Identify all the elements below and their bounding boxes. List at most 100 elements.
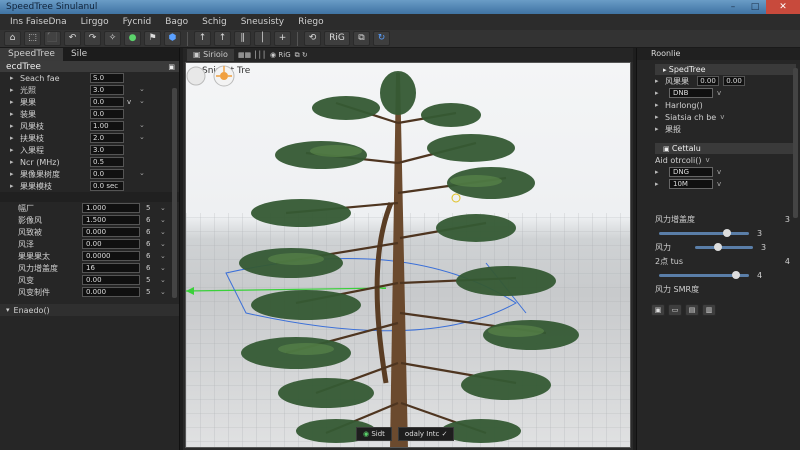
value-field[interactable]: 0.00 [723,76,745,86]
expand-arrow-icon[interactable]: ▸ [10,110,20,118]
chevron-down-icon[interactable]: ⌄ [160,228,166,236]
chevron-down-icon[interactable]: ⌄ [160,216,166,224]
prop-value[interactable]: 3.0 [90,145,124,155]
left-scrollbar[interactable] [172,88,177,298]
chevron-down-icon[interactable]: v [717,168,721,176]
rig-button[interactable]: RiG [324,31,350,46]
grid-icon[interactable]: ▥ [702,304,716,316]
mountain-icon[interactable]: ▭ [668,304,682,316]
orbit-gizmo-icon[interactable] [186,63,238,89]
chevron-down-icon[interactable]: v [717,89,721,97]
chevron-down-icon[interactable]: ⌄ [160,276,166,284]
prop-value[interactable]: 1.00 [90,121,124,131]
copy-icon[interactable]: ⧉ [353,31,370,46]
numeric-field[interactable]: 0.00 [82,239,140,249]
new-icon[interactable]: ⬚ [24,31,41,46]
numeric-field[interactable]: 16 [82,263,140,273]
expand-arrow-icon[interactable]: ▸ [655,77,665,85]
chevron-down-icon[interactable]: ⌄ [139,169,149,179]
menu-help[interactable]: Riego [298,17,324,27]
slider-thumb[interactable] [722,228,731,237]
value-field[interactable]: 0.00 [697,76,719,86]
prop-value[interactable]: S.0 [90,73,124,83]
expand-arrow-icon[interactable]: ▸ [10,98,20,106]
dropdown-field[interactable]: 10M [669,179,713,189]
prop-value[interactable]: 0.0 [90,97,124,107]
frame-icon[interactable]: ▣ [651,304,665,316]
flag-icon[interactable]: ⚑ [144,31,161,46]
numeric-field[interactable]: 0.00 [82,275,140,285]
expand-arrow-icon[interactable]: ▸ [10,170,20,178]
tab-viewport[interactable]: ▣ Sirioio [187,49,234,61]
chevron-down-icon[interactable]: ⌄ [160,288,166,296]
expand-arrow-icon[interactable]: ▸ [655,101,665,109]
redo-icon[interactable]: ↷ [84,31,101,46]
menu-tree[interactable]: Bago [165,17,188,27]
collapsed-section[interactable]: ▾ Enaedo() [0,304,179,316]
display-mode-dropdown[interactable]: odaly Intc ✓ [397,427,455,441]
prop-value[interactable]: 0.0 sec [90,181,124,191]
chevron-down-icon[interactable]: ⌄ [139,121,149,131]
status-badge[interactable]: ◉ Sidt [356,427,392,441]
section-header[interactable]: ▣ Cettalu [655,143,796,154]
viewport-toolbar-item[interactable]: ▦▦ │││ [238,51,266,59]
expand-arrow-icon[interactable]: ▸ [10,146,20,154]
chevron-down-icon[interactable]: ⌄ [160,204,166,212]
rotate-icon[interactable]: ↻ [373,31,390,46]
numeric-field[interactable]: 1.500 [82,215,140,225]
chevron-down-icon[interactable]: ⌄ [160,240,166,248]
slider-thumb[interactable] [714,242,723,251]
sparkle-icon[interactable]: ✧ [104,31,121,46]
list-icon[interactable]: ▤ [685,304,699,316]
chevron-down-icon[interactable]: ⌄ [139,97,149,107]
expand-arrow-icon[interactable]: ▸ [10,182,20,190]
expand-arrow-icon[interactable]: ▸ [655,125,665,133]
numeric-field[interactable]: 1.000 [82,203,140,213]
slider-thumb[interactable] [731,270,740,279]
prop-value[interactable]: 3.0 [90,85,124,95]
pin-icon[interactable]: ▣ [168,63,175,71]
menu-edit[interactable]: Lirggo [81,17,109,27]
undo-icon[interactable]: ↶ [64,31,81,46]
tab-side[interactable]: Sile [63,48,95,61]
expand-arrow-icon[interactable]: ▸ [655,180,665,188]
hexagon-icon[interactable]: ⬢ [164,31,181,46]
add-icon[interactable]: + [274,31,291,46]
menu-scene[interactable]: Schig [202,17,227,27]
chevron-down-icon[interactable]: ⌄ [139,133,149,143]
expand-arrow-icon[interactable]: ▸ [10,158,20,166]
refresh-icon[interactable]: ⟲ [304,31,321,46]
minimize-button[interactable]: – [722,0,744,14]
bar-icon[interactable]: │ [254,31,271,46]
prop-value[interactable]: 0.0 [90,109,124,119]
leaf-icon[interactable]: ● [124,31,141,46]
dropdown-field[interactable]: DNG [669,167,713,177]
numeric-field[interactable]: 0.000 [82,227,140,237]
expand-arrow-icon[interactable]: ▸ [10,74,20,82]
menu-file[interactable]: Ins FaiseDna [10,17,67,27]
dropdown-field[interactable]: DNB [669,88,713,98]
right-scrollbar[interactable] [793,68,798,218]
gizmo-handle-yellow[interactable] [451,193,461,203]
move-up-icon[interactable]: ↑ [194,31,211,46]
chevron-down-icon[interactable]: v [705,156,709,164]
save-icon[interactable]: ⬛ [44,31,61,46]
arrow-up-icon[interactable]: ↑ [214,31,231,46]
chevron-down-icon[interactable]: ⌄ [139,85,149,95]
menu-view[interactable]: Fycnid [123,17,152,27]
prop-value[interactable]: 2.0 [90,133,124,143]
slider-track[interactable] [695,242,753,251]
expand-arrow-icon[interactable]: ▸ [10,122,20,130]
chevron-down-icon[interactable]: ⌄ [160,252,166,260]
chevron-down-icon[interactable]: ⌄ [160,264,166,272]
chevron-down-icon[interactable]: v [720,113,724,121]
numeric-field[interactable]: 0.000 [82,287,140,297]
scene-canvas[interactable]: Sniraet Tre ◉ Sidt odaly Intc ✓ [185,62,631,448]
expand-arrow-icon[interactable]: ▸ [655,113,665,121]
expand-arrow-icon[interactable]: ▸ [655,89,665,97]
viewport-toolbar-item[interactable]: ◉ RiG [270,51,291,59]
slider-track[interactable] [659,228,749,237]
numeric-field[interactable]: 0.0000 [82,251,140,261]
maximize-button[interactable]: □ [744,0,766,14]
prop-value[interactable]: 0.0 [90,169,124,179]
